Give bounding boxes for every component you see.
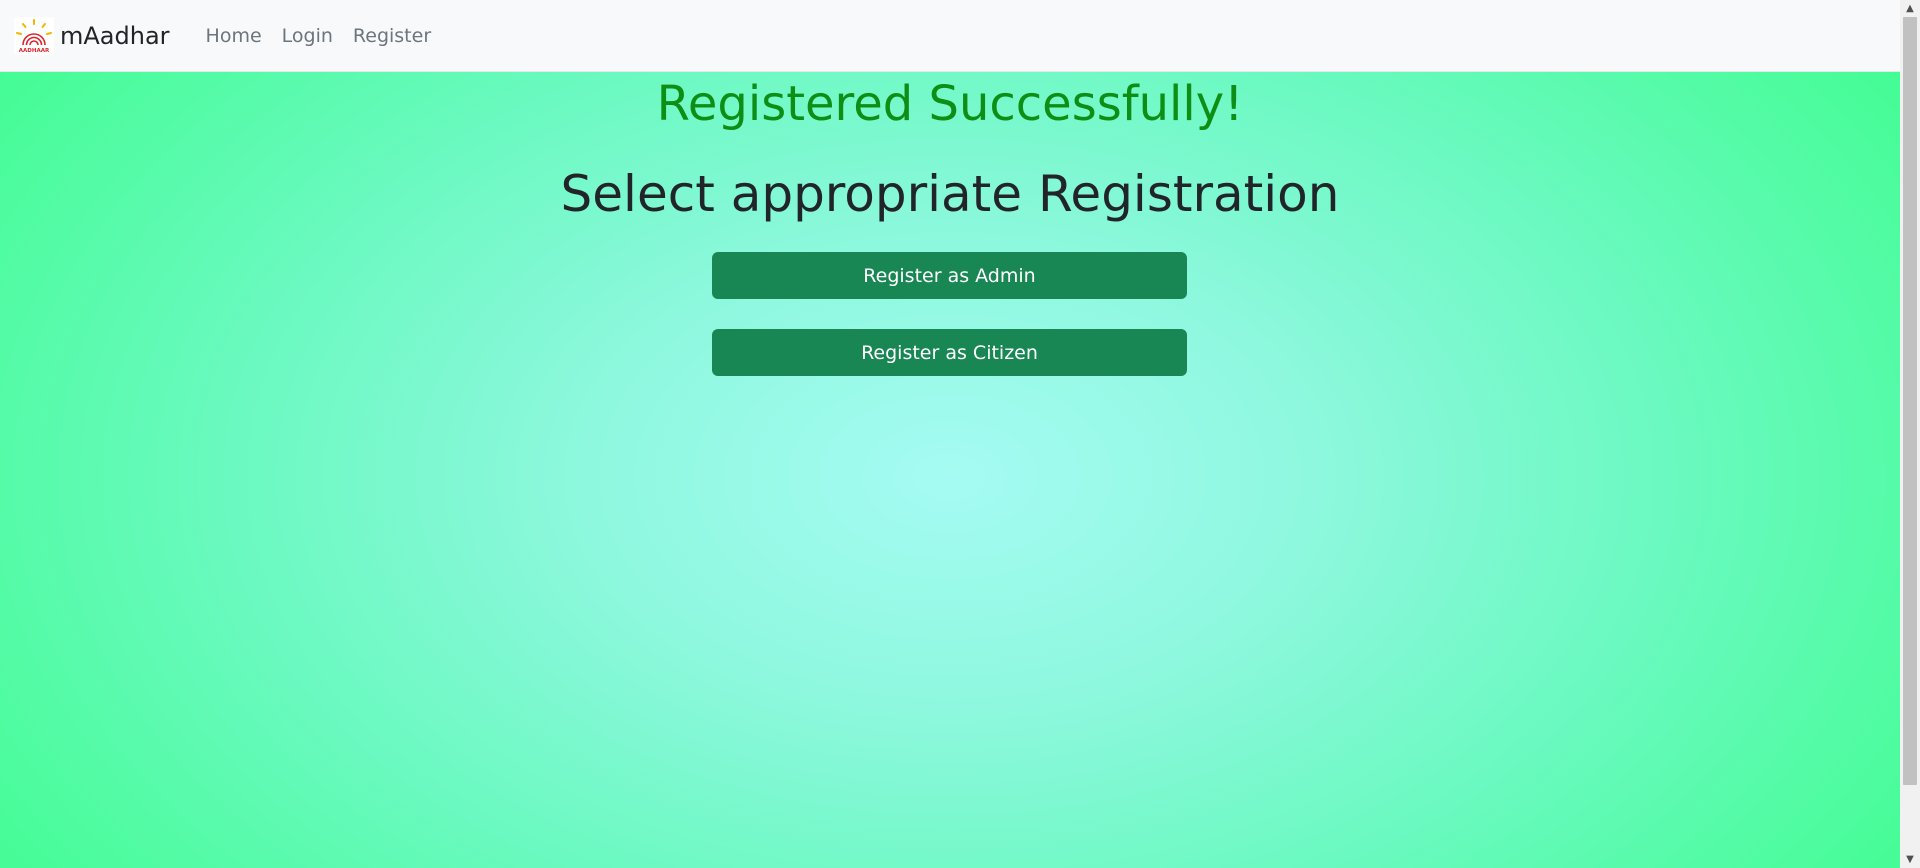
brand-link[interactable]: AADHAAR mAadhar [14, 16, 170, 55]
brand-name: mAadhar [60, 21, 170, 50]
nav-link-login[interactable]: Login [282, 25, 333, 47]
scrollbar-thumb[interactable] [1903, 17, 1917, 785]
register-citizen-button[interactable]: Register as Citizen [712, 329, 1187, 376]
page-heading: Select appropriate Registration [560, 165, 1340, 223]
svg-text:AADHAAR: AADHAAR [19, 48, 50, 54]
register-admin-button[interactable]: Register as Admin [712, 252, 1187, 299]
scroll-up-arrow-icon[interactable]: ▲ [1900, 0, 1920, 17]
aadhaar-logo-icon: AADHAAR [14, 16, 54, 55]
vertical-scrollbar[interactable]: ▲ ▼ [1900, 0, 1920, 868]
top-navbar: AADHAAR mAadhar Home Login Register [0, 0, 1900, 72]
page: AADHAAR mAadhar Home Login Register Regi… [0, 0, 1900, 868]
nav-link-register[interactable]: Register [353, 25, 431, 47]
nav-link-home[interactable]: Home [206, 25, 262, 47]
main-content: Registered Successfully! Select appropri… [0, 72, 1900, 868]
scroll-down-arrow-icon[interactable]: ▼ [1900, 851, 1920, 868]
success-message: Registered Successfully! [656, 76, 1244, 132]
